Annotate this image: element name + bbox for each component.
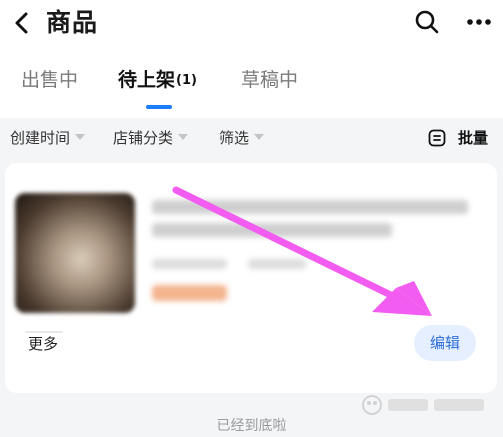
- edit-button[interactable]: 编辑: [414, 325, 476, 361]
- search-icon[interactable]: [414, 9, 440, 35]
- filter-store-category[interactable]: 店铺分类: [113, 126, 189, 150]
- filter-bar: 创建时间 店铺分类 筛选 批量: [0, 118, 503, 158]
- filter-created-time[interactable]: 创建时间: [10, 126, 86, 150]
- tab-on-sale[interactable]: 出售中: [21, 64, 78, 96]
- blurred-product-title-line-2: [152, 223, 392, 237]
- dropdown-triangle-icon: [178, 134, 189, 140]
- filter-label: 店铺分类: [113, 129, 174, 147]
- blurred-product-meta-1: [152, 259, 227, 269]
- blurred-product-meta-2: [248, 259, 306, 269]
- tab-label: 出售中: [21, 69, 79, 91]
- tab-pending-listing[interactable]: 待上架(1): [118, 64, 197, 96]
- blurred-product-price: [152, 285, 227, 301]
- blurred-product-title-line-1: [152, 200, 468, 214]
- tab-label: 待上架: [118, 69, 176, 91]
- batch-list-icon: [428, 129, 446, 147]
- product-thumbnail[interactable]: [15, 193, 135, 313]
- filter-label: 创建时间: [10, 129, 71, 147]
- tab-drafts[interactable]: 草稿中: [241, 64, 298, 96]
- batch-label: 批量: [458, 129, 489, 147]
- tab-label: 草稿中: [241, 69, 299, 91]
- back-arrow-icon[interactable]: [10, 8, 34, 38]
- more-actions-button[interactable]: 更多: [28, 333, 58, 355]
- page-title: 商品: [46, 8, 99, 37]
- more-options-icon[interactable]: [466, 12, 492, 32]
- filter-screen[interactable]: 筛选: [219, 126, 265, 150]
- dropdown-triangle-icon: [254, 134, 265, 140]
- dropdown-triangle-icon: [75, 134, 86, 140]
- active-tab-indicator: [146, 105, 172, 109]
- watermark-logo: [362, 395, 484, 415]
- product-card: 更多 编辑: [5, 163, 497, 393]
- filter-label: 筛选: [219, 129, 250, 147]
- header: 商品 出售中 待上架(1) 草稿中: [0, 0, 503, 118]
- tab-count: (1): [176, 73, 197, 88]
